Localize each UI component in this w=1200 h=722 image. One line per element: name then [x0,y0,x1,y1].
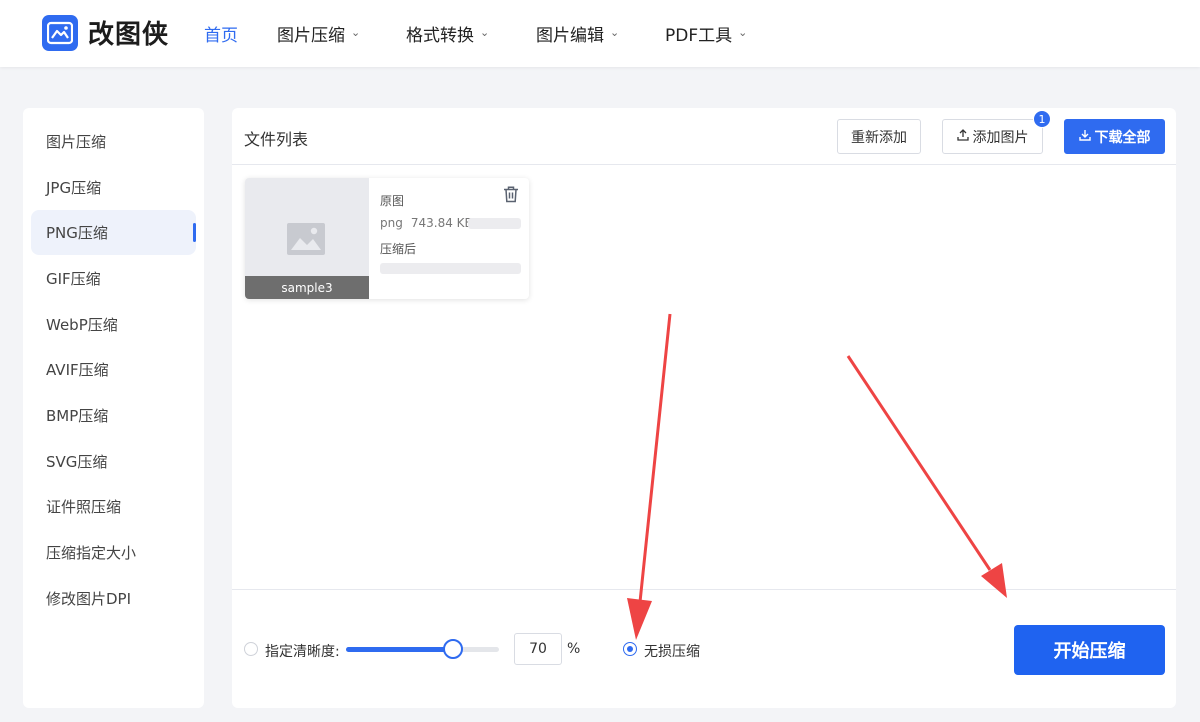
active-indicator [193,223,196,242]
add-image-button[interactable]: 添加图片 [942,119,1043,154]
sidebar-item-dpi[interactable]: 修改图片DPI [31,576,196,621]
sidebar-item-label: 证件照压缩 [46,498,122,516]
file-panel: 文件列表 重新添加 添加图片 1 下载全部 sample3 原图 png 743… [232,108,1176,708]
start-compress-button[interactable]: 开始压缩 [1014,625,1165,675]
nav-pdf-label: PDF工具 [665,26,733,46]
sidebar-item-label: AVIF压缩 [46,361,109,379]
nav-home-label: 首页 [204,26,238,46]
sidebar-item-label: BMP压缩 [46,407,109,425]
sidebar-item-svg[interactable]: SVG压缩 [31,439,196,484]
sidebar-item-jpg[interactable]: JPG压缩 [31,165,196,210]
nav-compress-label: 图片压缩 [277,26,345,46]
nav-convert-label: 格式转换 [406,26,474,46]
readd-button-label: 重新添加 [851,129,907,146]
percent-label: % [567,641,581,657]
sidebar-item-label: 压缩指定大小 [46,544,137,562]
nav-pdf[interactable]: PDF工具 ⌄ [665,0,747,67]
brand-logo[interactable]: 改图侠 [42,14,169,51]
sidebar-item-label: PNG压缩 [46,224,108,242]
nav-compress[interactable]: 图片压缩 ⌄ [277,0,360,67]
sidebar-item-webp[interactable]: WebP压缩 [31,302,196,347]
loading-placeholder [380,263,521,274]
sidebar-item-gif[interactable]: GIF压缩 [31,256,196,301]
sidebar-item-avif[interactable]: AVIF压缩 [31,347,196,392]
file-format: png [380,216,403,230]
chevron-down-icon: ⌄ [738,26,748,39]
sidebar-item-id-photo[interactable]: 证件照压缩 [31,484,196,529]
sidebar-item-image-compress[interactable]: 图片压缩 [31,119,196,164]
nav-edit[interactable]: 图片编辑 ⌄ [536,0,619,67]
nav-home[interactable]: 首页 [204,0,238,67]
sidebar-item-label: 修改图片DPI [46,590,132,608]
compressed-label: 压缩后 [380,242,417,256]
quality-input[interactable] [514,633,562,665]
image-placeholder-icon [287,223,325,259]
file-card[interactable]: sample3 原图 png 743.84 KB 压缩后 [245,178,529,299]
quality-label: 指定清晰度: [265,644,340,660]
sidebar-item-target-size[interactable]: 压缩指定大小 [31,530,196,575]
sidebar-item-label: JPG压缩 [46,179,102,197]
file-size: 743.84 KB [410,216,473,230]
add-image-button-label: 添加图片 [972,129,1029,146]
chevron-down-icon: ⌄ [480,26,490,39]
quality-slider[interactable] [346,639,499,659]
loading-placeholder [468,218,521,229]
quality-radio[interactable] [244,642,258,656]
sidebar: 图片压缩 JPG压缩 PNG压缩 GIF压缩 WebP压缩 AVIF压缩 BMP… [23,108,204,708]
original-label: 原图 [380,194,405,208]
sidebar-item-label: GIF压缩 [46,270,101,288]
readd-button[interactable]: 重新添加 [837,119,921,154]
top-header: 改图侠 首页 图片压缩 ⌄ 格式转换 ⌄ 图片编辑 ⌄ PDF工具 ⌄ [0,0,1200,67]
start-compress-button-label: 开始压缩 [1053,641,1126,662]
nav-convert[interactable]: 格式转换 ⌄ [406,0,489,67]
sidebar-item-label: 图片压缩 [46,133,107,151]
compress-options: 指定清晰度: % 无损压缩 开始压缩 [232,589,1176,708]
brand-name: 改图侠 [88,20,170,50]
panel-title: 文件列表 [244,130,309,149]
upload-icon [956,128,969,145]
chevron-down-icon: ⌄ [610,26,620,39]
lossless-radio[interactable] [623,642,637,656]
download-icon [1078,129,1091,145]
quality-slider-handle[interactable] [443,639,464,659]
trash-icon[interactable] [503,186,519,207]
download-all-button-label: 下载全部 [1094,129,1151,146]
sidebar-item-bmp[interactable]: BMP压缩 [31,393,196,438]
nav-edit-label: 图片编辑 [536,26,604,46]
chevron-down-icon: ⌄ [351,26,361,39]
file-name: sample3 [245,276,369,299]
quality-slider-fill [346,647,454,652]
sidebar-item-png[interactable]: PNG压缩 [31,210,196,255]
sidebar-item-label: WebP压缩 [46,316,118,334]
lossless-label: 无损压缩 [644,644,700,660]
sidebar-item-label: SVG压缩 [46,453,108,471]
file-meta: png 743.84 KB [380,216,473,230]
download-all-button[interactable]: 下载全部 [1064,119,1165,154]
panel-header: 文件列表 重新添加 添加图片 1 下载全部 [232,108,1176,165]
file-thumbnail: sample3 [245,178,369,299]
file-count-badge: 1 [1033,110,1051,128]
logo-icon [42,14,78,51]
